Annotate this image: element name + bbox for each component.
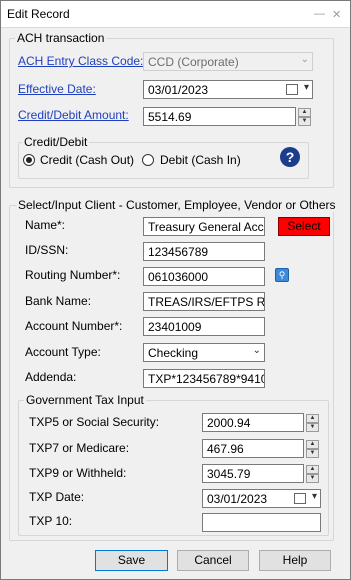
entry-class-value: CCD (Corporate) xyxy=(148,55,239,69)
txp-date-picker[interactable]: 03/01/2023 ▾ xyxy=(202,489,321,508)
calendar-icon[interactable] xyxy=(294,493,306,504)
credit-debit-title: Credit/Debit xyxy=(22,135,90,149)
txp9-input[interactable]: 3045.79 xyxy=(202,464,304,483)
account-type-label: Account Type: xyxy=(25,345,101,359)
spin-up-icon[interactable]: ▲ xyxy=(306,440,319,449)
txp-date-value: 03/01/2023 xyxy=(207,492,268,506)
effective-date-value: 03/01/2023 xyxy=(148,83,209,97)
chevron-down-icon: ⌄ xyxy=(252,345,261,356)
select-client-button[interactable]: Select xyxy=(278,217,330,236)
spin-down-icon[interactable]: ▼ xyxy=(298,117,311,126)
txp-date-label: TXP Date: xyxy=(29,490,85,504)
spin-up-icon[interactable]: ▲ xyxy=(306,465,319,474)
account-type-select[interactable]: Checking ⌄ xyxy=(143,343,265,362)
spin-up-icon[interactable]: ▲ xyxy=(298,108,311,117)
calendar-icon[interactable] xyxy=(286,84,298,95)
spin-down-icon[interactable]: ▼ xyxy=(306,423,319,432)
title-bar[interactable]: Edit Record — ✕ xyxy=(1,1,350,28)
spin-down-icon[interactable]: ▼ xyxy=(306,449,319,458)
amount-input[interactable]: 5514.69 xyxy=(143,107,296,126)
addenda-label: Addenda: xyxy=(25,370,77,384)
ach-group-title: ACH transaction xyxy=(15,31,107,45)
chevron-down-icon[interactable]: ▾ xyxy=(304,82,309,93)
amount-link[interactable]: Credit/Debit Amount: xyxy=(18,108,129,122)
txp10-input[interactable] xyxy=(202,513,321,532)
name-input[interactable]: Treasury General Accou xyxy=(143,217,265,236)
addenda-input[interactable]: TXP*123456789*94105* xyxy=(143,369,265,388)
search-icon[interactable]: ⚲ xyxy=(275,268,289,282)
txp10-label: TXP 10: xyxy=(29,514,73,528)
txp5-input[interactable]: 2000.94 xyxy=(202,413,304,432)
tax-group-title: Government Tax Input xyxy=(24,393,146,407)
client-group-title: Select/Input Client - Customer, Employee… xyxy=(16,198,338,212)
idssn-label: ID/SSN: xyxy=(25,243,69,257)
chevron-down-icon: ⌄ xyxy=(300,54,309,65)
effective-date-link[interactable]: Effective Date: xyxy=(18,82,96,96)
spin-up-icon[interactable]: ▲ xyxy=(306,414,319,423)
txp5-spinner[interactable]: ▲ ▼ xyxy=(306,414,319,432)
account-number-label: Account Number*: xyxy=(25,319,123,333)
entry-class-select[interactable]: CCD (Corporate) ⌄ xyxy=(143,52,313,71)
txp5-label: TXP5 or Social Security: xyxy=(29,415,160,429)
routing-input[interactable]: 061036000 xyxy=(143,267,265,286)
txp7-label: TXP7 or Medicare: xyxy=(29,441,130,455)
edit-record-window: Edit Record — ✕ ACH transaction ACH Entr… xyxy=(0,0,351,580)
amount-spinner[interactable]: ▲ ▼ xyxy=(298,108,311,126)
help-question-icon[interactable]: ? xyxy=(280,147,300,167)
account-type-value: Checking xyxy=(148,346,199,360)
credit-radio[interactable] xyxy=(23,154,35,166)
credit-radio-label[interactable]: Credit (Cash Out) xyxy=(40,153,134,167)
account-number-input[interactable]: 23401009 xyxy=(143,317,265,336)
minimize-icon[interactable]: — xyxy=(314,8,325,20)
bank-name-input[interactable]: TREAS/IRS/EFTPS REI xyxy=(143,292,265,311)
txp9-label: TXP9 or Withheld: xyxy=(29,466,127,480)
txp7-spinner[interactable]: ▲ ▼ xyxy=(306,440,319,458)
debit-radio-label[interactable]: Debit (Cash In) xyxy=(160,153,241,167)
chevron-down-icon[interactable]: ▾ xyxy=(312,491,317,502)
routing-label: Routing Number*: xyxy=(25,268,121,282)
help-button[interactable]: Help xyxy=(259,550,331,571)
cancel-button[interactable]: Cancel xyxy=(177,550,249,571)
txp7-input[interactable]: 467.96 xyxy=(202,439,304,458)
debit-radio[interactable] xyxy=(142,154,154,166)
close-icon[interactable]: ✕ xyxy=(332,8,341,21)
idssn-input[interactable]: 123456789 xyxy=(143,242,265,261)
spin-down-icon[interactable]: ▼ xyxy=(306,474,319,483)
entry-class-link[interactable]: ACH Entry Class Code: xyxy=(18,54,143,68)
name-label: Name*: xyxy=(25,218,66,232)
txp9-spinner[interactable]: ▲ ▼ xyxy=(306,465,319,483)
window-title: Edit Record xyxy=(7,7,70,21)
bank-name-label: Bank Name: xyxy=(25,294,92,308)
save-button[interactable]: Save xyxy=(95,550,168,571)
effective-date-picker[interactable]: 03/01/2023 ▾ xyxy=(143,80,313,99)
